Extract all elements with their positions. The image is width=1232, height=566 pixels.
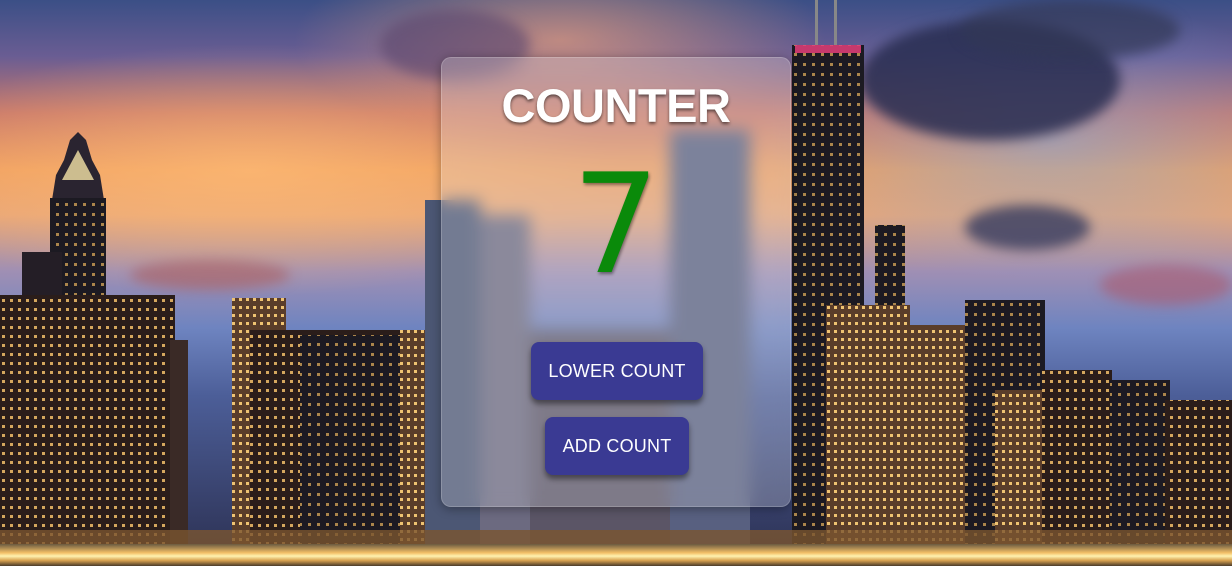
lake-shore xyxy=(0,544,1232,566)
counter-title: COUNTER xyxy=(501,79,731,132)
counter-value: 7 xyxy=(572,144,660,305)
page: COUNTER 7 LOWER COUNT ADD COUNT xyxy=(0,0,1232,566)
counter-card: COUNTER 7 LOWER COUNT ADD COUNT xyxy=(441,57,791,507)
add-count-button[interactable]: ADD COUNT xyxy=(545,417,689,475)
lower-count-button[interactable]: LOWER COUNT xyxy=(531,342,703,400)
